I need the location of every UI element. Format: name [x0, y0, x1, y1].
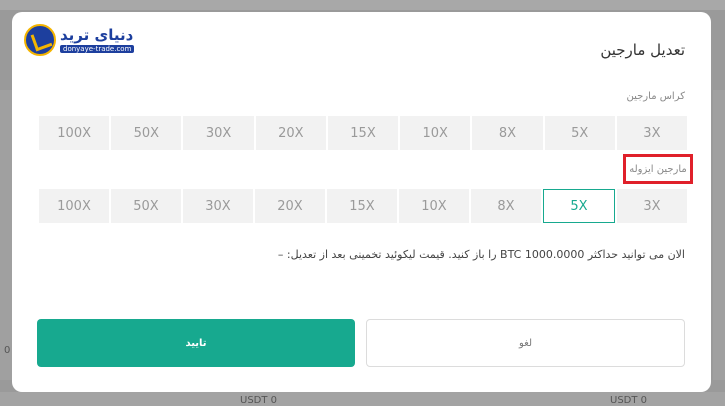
site-logo: دنیای ترید donyaye-trade.com — [24, 24, 144, 58]
cross-option-5x[interactable]: 5X — [544, 116, 615, 150]
cross-option-100x[interactable]: 100X — [39, 116, 110, 150]
background-value: 0 — [4, 345, 11, 356]
cross-option-10x[interactable]: 10X — [400, 116, 471, 150]
isolated-option-10x[interactable]: 10X — [399, 189, 469, 223]
cancel-button[interactable]: لغو — [366, 319, 685, 367]
isolated-option-8x[interactable]: 8X — [471, 189, 541, 223]
margin-adjust-modal: دنیای ترید donyaye-trade.com تعدیل مارجی… — [12, 12, 711, 392]
cross-margin-label: کراس مارجین — [626, 91, 686, 102]
cross-option-3x[interactable]: 3X — [616, 116, 687, 150]
isolated-option-3x[interactable]: 3X — [617, 189, 687, 223]
isolated-option-20x[interactable]: 20X — [255, 189, 325, 223]
logo-url: donyaye-trade.com — [60, 45, 135, 53]
isolated-leverage-options: 3X 5X 8X 10X 15X 20X 30X 50X 100X — [39, 189, 687, 223]
logo-name: دنیای ترید — [60, 26, 134, 44]
background-balance-left: USDT 0 — [240, 395, 278, 406]
cross-option-20x[interactable]: 20X — [255, 116, 326, 150]
isolated-option-15x[interactable]: 15X — [327, 189, 397, 223]
confirm-button[interactable]: تایید — [37, 319, 355, 367]
isolated-margin-label: مارجین ایزوله — [623, 154, 693, 184]
modal-title: تعدیل مارجین — [600, 41, 685, 59]
isolated-option-30x[interactable]: 30X — [183, 189, 253, 223]
background-left-panel — [0, 90, 12, 380]
background-balance-right: USDT 0 — [610, 395, 648, 406]
cross-leverage-options: 3X 5X 8X 10X 15X 20X 30X 50X 100X — [39, 116, 687, 150]
isolated-option-50x[interactable]: 50X — [111, 189, 181, 223]
cross-option-50x[interactable]: 50X — [111, 116, 182, 150]
logo-chart-icon — [24, 24, 56, 56]
cross-option-30x[interactable]: 30X — [183, 116, 254, 150]
isolated-option-5x-selected[interactable]: 5X — [543, 189, 615, 223]
background-right-panel — [713, 90, 725, 380]
cross-option-8x[interactable]: 8X — [472, 116, 543, 150]
isolated-option-100x[interactable]: 100X — [39, 189, 109, 223]
max-position-info: الان می توانید حداکثر BTC 1000.0000 را ب… — [277, 248, 685, 261]
background-header-strip — [0, 0, 725, 10]
cross-option-15x[interactable]: 15X — [327, 116, 399, 150]
